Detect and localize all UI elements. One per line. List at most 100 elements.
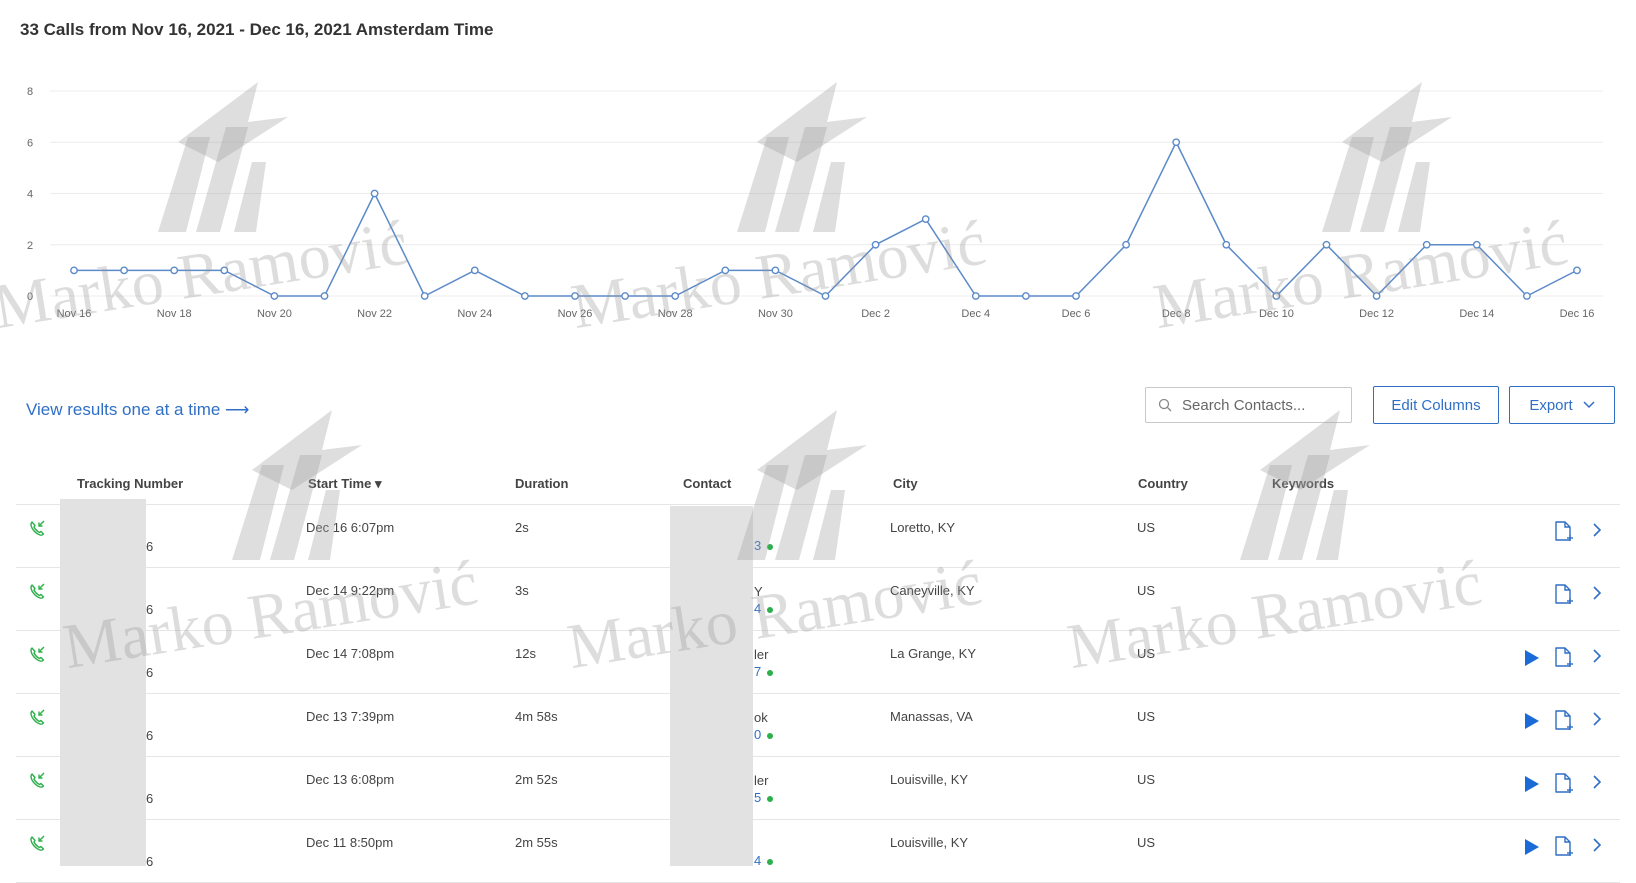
start-time: Dec 14 9:22pm — [306, 583, 395, 598]
col-duration[interactable]: Duration — [515, 476, 568, 491]
contact-name[interactable]: ok — [754, 710, 768, 725]
edit-columns-button[interactable]: Edit Columns — [1373, 386, 1499, 424]
chevron-right-icon[interactable] — [1592, 774, 1602, 790]
data-point — [521, 292, 529, 300]
x-tick-label: Nov 24 — [457, 308, 492, 320]
calls-line-chart: 0 2 4 6 8 Nov 16 Nov 18 Nov 20 Nov 22 Nov 24 Nov 2… — [27, 86, 1603, 320]
y-tick-label: 8 — [27, 86, 33, 98]
note-add-icon[interactable] — [1554, 835, 1574, 857]
contact-name[interactable]: ler — [754, 773, 768, 788]
data-point — [821, 292, 830, 300]
chevron-right-icon[interactable] — [1592, 522, 1602, 538]
y-tick-label: 2 — [27, 240, 33, 252]
status-dot — [767, 858, 774, 865]
data-point — [771, 266, 780, 275]
data-point — [220, 266, 229, 275]
start-time: Dec 11 8:50pm — [306, 835, 394, 850]
play-icon[interactable] — [1524, 649, 1540, 667]
x-tick-label: Nov 20 — [257, 308, 292, 320]
contact-number[interactable]: 7 — [754, 664, 774, 679]
data-point — [1222, 240, 1231, 249]
city: La Grange, KY — [890, 646, 976, 661]
data-point — [921, 215, 930, 224]
data-point — [70, 266, 78, 275]
col-tracking-number[interactable]: Tracking Number — [77, 476, 183, 491]
col-contact[interactable]: Contact — [683, 476, 731, 491]
data-point — [721, 266, 730, 275]
phone-incoming-icon — [30, 709, 45, 725]
city: Louisville, KY — [890, 835, 969, 850]
data-point — [1072, 292, 1080, 300]
search-contacts-field[interactable] — [1145, 387, 1352, 423]
redacted-contacts — [670, 506, 753, 866]
contact-number[interactable]: 3 — [754, 538, 774, 553]
table-row[interactable]: 6 Dec 14 9:22pm 3s Y 4 Caneyville, KY US — [16, 568, 1620, 631]
phone-incoming-icon — [30, 583, 45, 599]
note-add-icon[interactable] — [1554, 772, 1574, 794]
data-point — [1573, 266, 1581, 275]
export-button[interactable]: Export — [1509, 386, 1615, 424]
country: US — [1137, 709, 1156, 724]
country: US — [1137, 835, 1156, 850]
play-icon[interactable] — [1524, 775, 1540, 793]
contact-name[interactable]: Y — [754, 584, 763, 599]
duration: 3s — [515, 583, 529, 598]
contact-name[interactable]: ler — [754, 647, 768, 662]
tracking-number: 6 — [146, 791, 154, 806]
city: Manassas, VA — [890, 709, 973, 724]
data-point — [270, 292, 279, 300]
play-icon[interactable] — [1524, 838, 1540, 856]
x-tick-label: Dec 10 — [1259, 308, 1294, 320]
chevron-right-icon[interactable] — [1592, 585, 1602, 601]
country: US — [1137, 520, 1156, 535]
x-tick-label: Dec 14 — [1459, 308, 1494, 320]
phone-incoming-icon — [30, 835, 45, 851]
chevron-right-icon[interactable] — [1592, 711, 1602, 727]
col-start-time[interactable]: Start Time ▾ — [308, 476, 381, 492]
duration: 12s — [515, 646, 536, 661]
note-add-icon[interactable] — [1554, 709, 1574, 731]
chevron-down-icon — [1583, 401, 1595, 409]
duration: 2s — [515, 520, 529, 535]
data-point — [1472, 240, 1481, 249]
data-point — [1523, 292, 1531, 300]
data-point — [470, 266, 479, 275]
tracking-number: 6 — [146, 728, 154, 743]
col-country[interactable]: Country — [1138, 476, 1188, 491]
x-tick-label: Dec 4 — [961, 308, 990, 320]
chevron-right-icon[interactable] — [1592, 837, 1602, 853]
redacted-tracking-numbers — [60, 499, 146, 866]
phone-incoming-icon — [30, 772, 45, 788]
country: US — [1137, 646, 1156, 661]
x-tick-label: Nov 18 — [157, 308, 192, 320]
table-row[interactable]: 6 Dec 14 7:08pm 12s ler 7 La Grange, KY US — [16, 631, 1620, 694]
table-row[interactable]: 6 Dec 13 7:39pm 4m 58s ok 0 Manassas, VA US — [16, 694, 1620, 757]
x-tick-label: Nov 16 — [57, 308, 92, 320]
table-row[interactable]: 6 Dec 16 6:07pm 2s 3 Loretto, KY US — [16, 505, 1620, 568]
play-icon[interactable] — [1524, 712, 1540, 730]
table-row[interactable]: 6 Dec 11 8:50pm 2m 55s 4 Louisville, KY US — [16, 820, 1620, 883]
col-city[interactable]: City — [893, 476, 918, 491]
view-results-one-at-a-time-link[interactable]: View results one at a time ⟶ — [26, 400, 249, 420]
contact-number[interactable]: 4 — [754, 601, 774, 616]
chevron-right-icon[interactable] — [1592, 648, 1602, 664]
note-add-icon[interactable] — [1554, 520, 1574, 542]
contact-number[interactable]: 0 — [754, 727, 774, 742]
col-keywords[interactable]: Keywords — [1272, 476, 1334, 491]
table-header: Tracking Number Start Time ▾ Duration Co… — [16, 466, 1620, 505]
status-dot — [767, 606, 774, 613]
data-point — [420, 292, 429, 300]
note-add-icon[interactable] — [1554, 583, 1574, 605]
search-contacts-input[interactable] — [1180, 395, 1344, 415]
data-point — [571, 292, 579, 300]
phone-incoming-icon — [30, 646, 45, 662]
start-time: Dec 14 7:08pm — [306, 646, 395, 661]
status-dot — [767, 669, 774, 676]
data-point — [1172, 138, 1181, 147]
duration: 2m 55s — [515, 835, 558, 850]
contact-number[interactable]: 5 — [754, 790, 774, 805]
table-row[interactable]: 6 Dec 13 6:08pm 2m 52s ler 5 Louisville, KY US — [16, 757, 1620, 820]
page-title: 33 Calls from Nov 16, 2021 - Dec 16, 202… — [20, 20, 494, 39]
note-add-icon[interactable] — [1554, 646, 1574, 668]
x-tick-label: Dec 16 — [1560, 308, 1595, 320]
